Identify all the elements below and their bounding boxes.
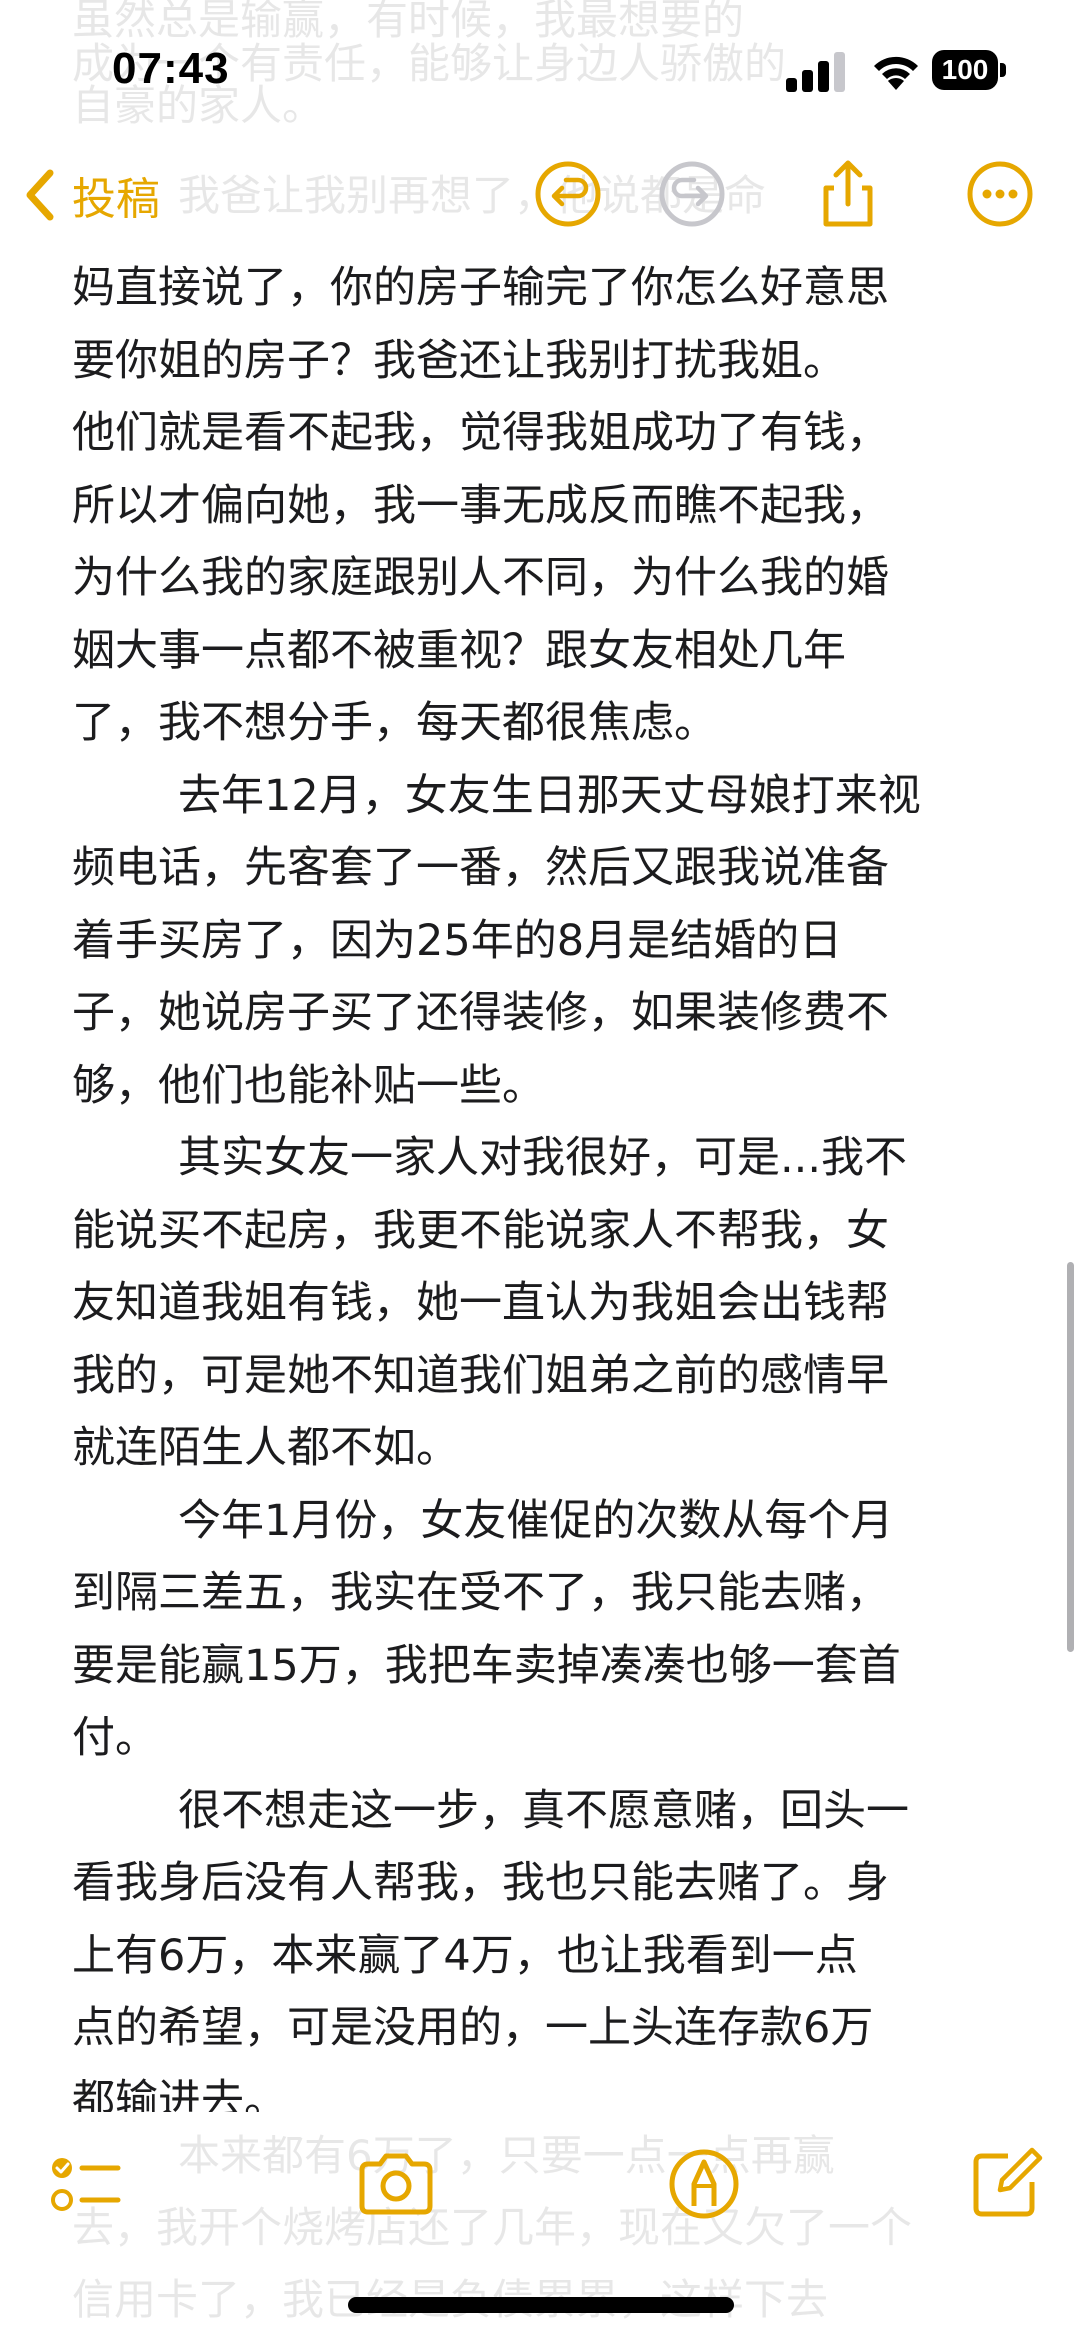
undo-icon <box>535 161 601 227</box>
note-line: 能说买不起房，我更不能说家人不帮我，女 <box>72 1205 889 1256</box>
status-bar: 07:43 100 <box>0 0 1080 140</box>
camera-button[interactable] <box>356 2144 436 2224</box>
battery-indicator: 100 <box>932 50 1008 92</box>
note-line: 他们就是看不起我，觉得我姐成功了有钱， <box>72 408 889 458</box>
navigation-bar: 投稿 <box>0 140 1080 250</box>
scrollbar[interactable] <box>1067 1262 1074 1652</box>
redo-button[interactable] <box>656 158 728 230</box>
note-line: 妈直接说了，你的房子输完了你怎么好意思 <box>72 263 889 313</box>
note-line: 去年12月，女友生日那天丈母娘打来视 <box>178 770 921 821</box>
note-line: 了，我不想分手，每天都很焦虑。 <box>72 698 717 748</box>
note-line: 我的，可是她不知道我们姐弟之前的感情早 <box>72 1350 889 1401</box>
note-line: 着手买房了，因为25年的8月是结婚的日 <box>72 915 843 966</box>
more-icon <box>967 161 1033 227</box>
note-line: 很不想走这一步，真不愿意赌，回头一 <box>178 1785 909 1836</box>
share-button[interactable] <box>812 158 884 230</box>
markup-pen-icon <box>669 2149 739 2219</box>
note-line: 都输进去。 <box>72 2075 287 2113</box>
wifi-icon <box>874 56 918 90</box>
note-line: 要是能赢15万，我把车卖掉凑凑也够一套首 <box>72 1640 901 1691</box>
note-line: 付。 <box>72 1713 158 1763</box>
bottom-toolbar <box>0 2130 1080 2250</box>
note-body[interactable]: 妈直接说了，你的房子输完了你怎么好意思 要你姐的房子？我爸还让我别打扰我姐。 他… <box>72 252 1012 2112</box>
back-button[interactable]: 投稿 <box>20 160 160 230</box>
more-button[interactable] <box>964 158 1036 230</box>
note-line: 今年1月份，女友催促的次数从每个月 <box>178 1495 894 1546</box>
note-line: 看我身后没有人帮我，我也只能去赌了。身 <box>72 1858 889 1908</box>
note-line: 点的希望，可是没用的，一上头连存款6万 <box>72 2003 874 2053</box>
checklist-icon <box>51 2158 121 2211</box>
note-line: 到隔三差五，我实在受不了，我只能去赌， <box>72 1568 889 1618</box>
note-line: 就连陌生人都不如。 <box>72 1423 459 1473</box>
note-line: 频电话，先客套了一番，然后又跟我说准备 <box>72 843 889 893</box>
note-line: 其实女友一家人对我很好，可是...我不 <box>178 1133 908 1183</box>
note-line: 友知道我姐有钱，她一直认为我姐会出钱帮 <box>72 1278 889 1328</box>
undo-button[interactable] <box>532 158 604 230</box>
note-line: 够，他们也能补贴一些。 <box>72 1060 545 1111</box>
chevron-left-icon <box>26 169 54 221</box>
status-time: 07:43 <box>112 44 230 93</box>
compose-button[interactable] <box>966 2144 1046 2224</box>
cellular-signal-icon <box>786 52 845 92</box>
checklist-button[interactable] <box>44 2144 124 2224</box>
note-line: 上有6万，本来赢了4万，也让我看到一点 <box>72 1930 858 1981</box>
markup-button[interactable] <box>664 2144 744 2224</box>
note-line: 为什么我的家庭跟别人不同，为什么我的婚 <box>72 553 889 603</box>
compose-icon <box>973 2147 1043 2217</box>
redo-icon <box>659 161 725 227</box>
battery-cap <box>1000 63 1006 77</box>
home-indicator[interactable] <box>348 2297 734 2313</box>
battery-level: 100 <box>932 50 998 90</box>
back-button-label: 投稿 <box>72 174 160 225</box>
note-line: 子，她说房子买了还得装修，如果装修费不 <box>72 988 889 1038</box>
note-line: 姻大事一点都不被重视？跟女友相处几年 <box>72 625 846 676</box>
camera-icon <box>359 2153 433 2215</box>
note-line: 所以才偏向她，我一事无成反而瞧不起我， <box>72 480 889 531</box>
note-line: 要你姐的房子？我爸还让我别打扰我姐。 <box>72 335 846 386</box>
share-icon <box>823 160 873 227</box>
